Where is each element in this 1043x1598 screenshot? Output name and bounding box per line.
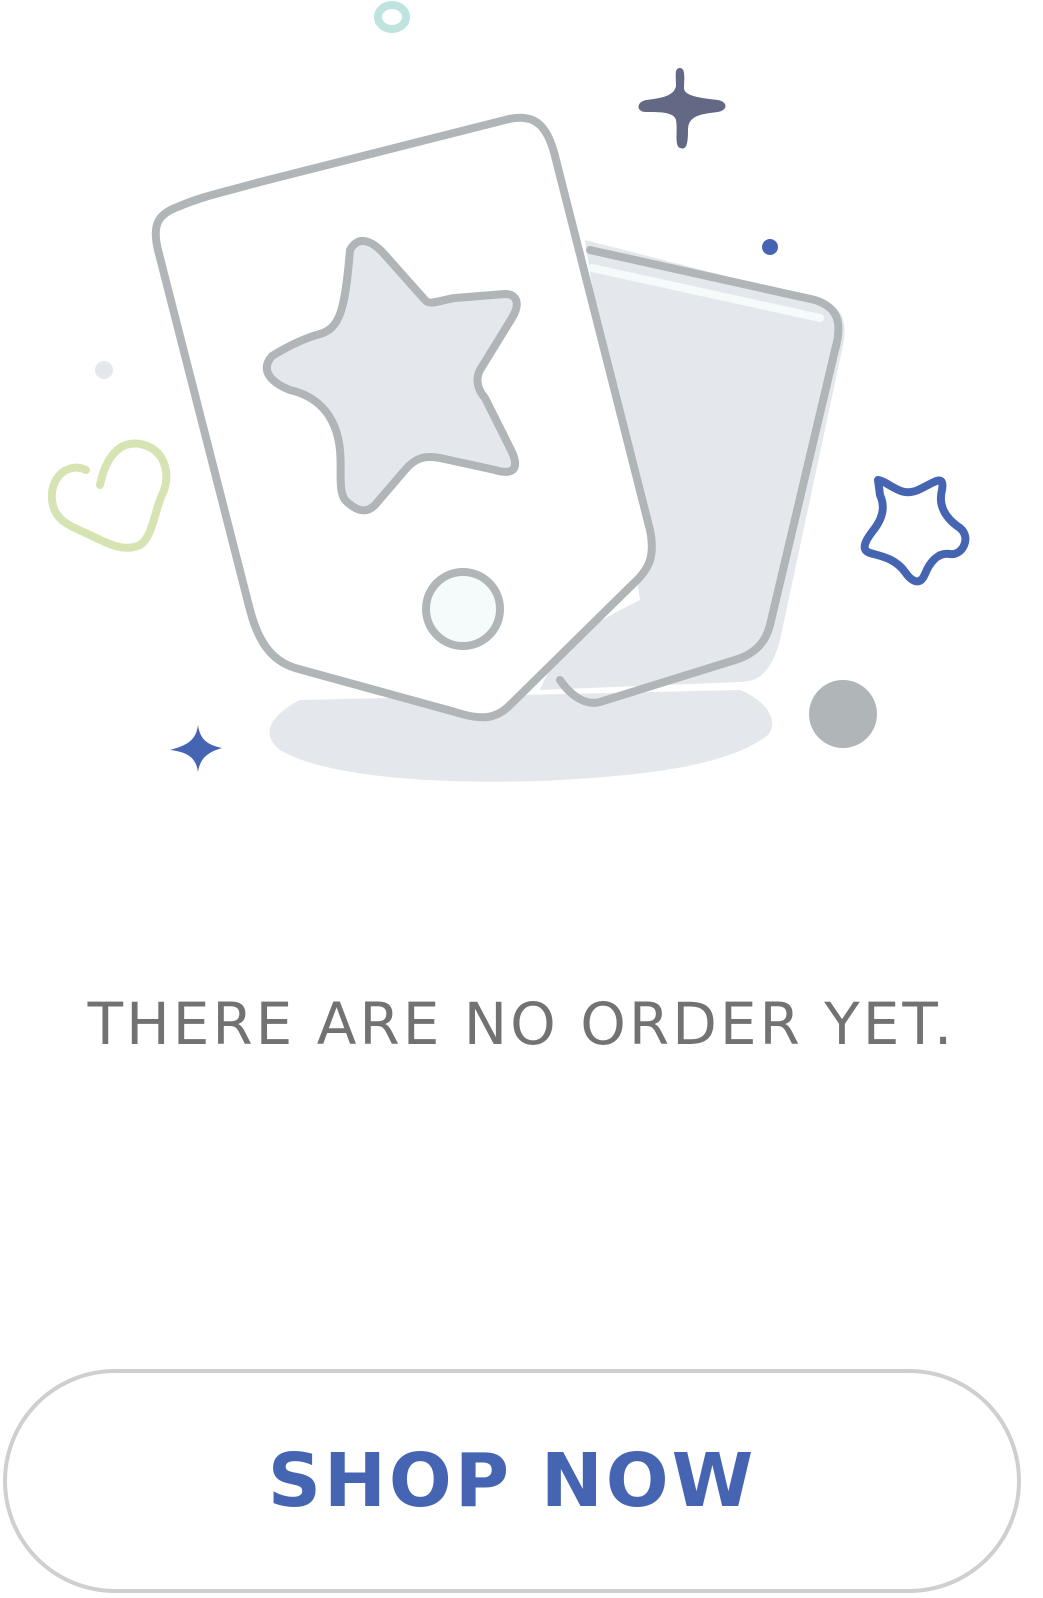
dot-light-icon: [95, 361, 113, 379]
ground-shadow: [269, 690, 773, 782]
four-point-sparkle-icon: [170, 725, 222, 772]
shop-now-button[interactable]: SHOP NOW: [3, 1369, 1021, 1593]
dot-blue-icon: [762, 239, 778, 255]
dot-gray-icon: [809, 680, 877, 748]
ring-icon: [374, 1, 410, 33]
empty-orders-illustration: [0, 0, 1043, 820]
front-card-icon: [151, 113, 656, 722]
heart-outline-icon: [47, 439, 171, 552]
shop-now-label: SHOP NOW: [267, 1438, 757, 1524]
plus-sparkle-icon: [638, 68, 726, 149]
star-outline-icon: [860, 476, 970, 586]
card-dot-icon: [422, 568, 504, 650]
empty-orders-message: THERE ARE NO ORDER YET.: [87, 990, 956, 1058]
